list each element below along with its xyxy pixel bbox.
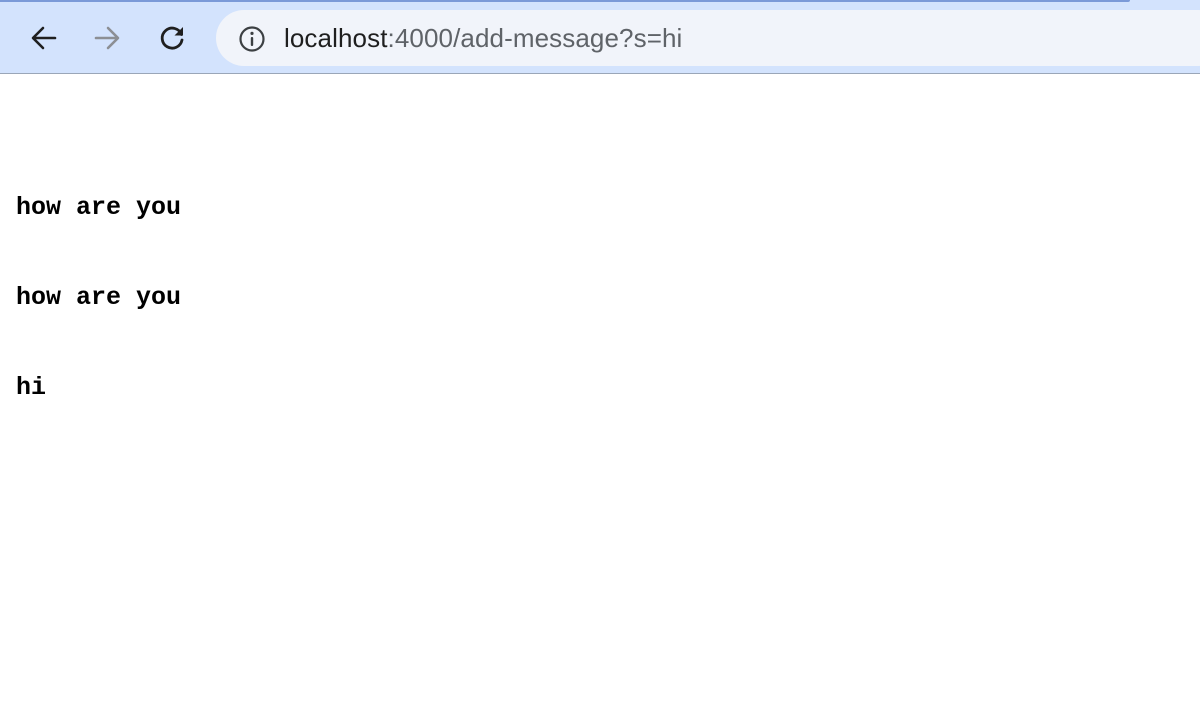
message-line: how are you bbox=[16, 283, 182, 312]
back-button[interactable] bbox=[26, 20, 62, 56]
url-path: :4000/add-message?s=hi bbox=[387, 23, 683, 53]
address-bar[interactable]: localhost:4000/add-message?s=hi bbox=[216, 10, 1200, 66]
reload-button[interactable] bbox=[154, 20, 190, 56]
page-body: how are you how are you hi bbox=[16, 133, 181, 433]
message-line: hi bbox=[16, 373, 47, 402]
arrow-left-icon bbox=[31, 26, 57, 50]
browser-toolbar: localhost:4000/add-message?s=hi bbox=[0, 0, 1200, 74]
forward-button[interactable] bbox=[89, 20, 125, 56]
url-host: localhost bbox=[284, 23, 388, 53]
url-text[interactable]: localhost:4000/add-message?s=hi bbox=[284, 10, 682, 66]
tab-strip-edge bbox=[0, 0, 1130, 2]
arrow-right-icon bbox=[94, 26, 120, 50]
info-circle-icon[interactable] bbox=[238, 25, 266, 53]
reload-icon bbox=[160, 26, 184, 50]
message-line: how are you bbox=[16, 193, 182, 222]
